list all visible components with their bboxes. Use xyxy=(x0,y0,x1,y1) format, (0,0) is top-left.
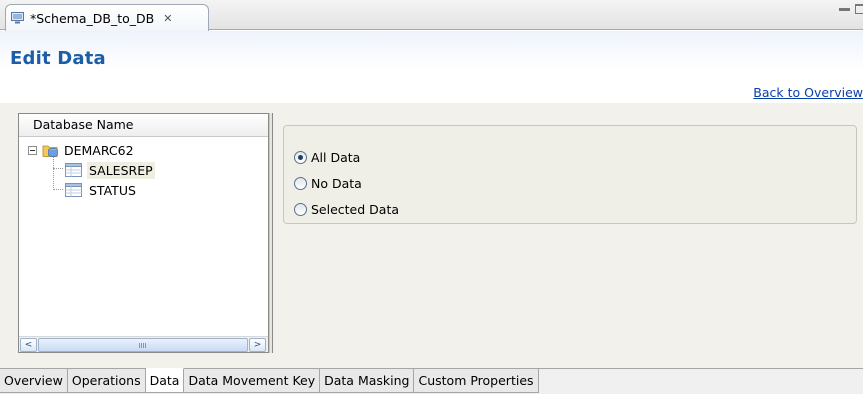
tab-data-movement-key[interactable]: Data Movement Key xyxy=(184,368,321,393)
tab-custom-properties[interactable]: Custom Properties xyxy=(414,368,539,393)
panel-splitter[interactable] xyxy=(269,113,273,353)
table-icon xyxy=(65,183,82,197)
radio-no-data[interactable]: No Data xyxy=(294,174,362,192)
form-header: Edit Data Back to Overview xyxy=(0,31,863,103)
scroll-thumb[interactable] xyxy=(38,338,248,352)
tree-connector xyxy=(53,155,54,190)
tree-item-label: STATUS xyxy=(89,182,136,198)
editor-tab[interactable]: *Schema_DB_to_DB ✕ xyxy=(5,4,209,31)
scroll-left-button[interactable]: < xyxy=(20,338,37,352)
editor-tab-bar: *Schema_DB_to_DB ✕ xyxy=(0,0,863,31)
editor-file-icon xyxy=(11,11,24,23)
close-icon[interactable]: ✕ xyxy=(163,13,172,24)
tree-item-demarc62[interactable]: DEMARC62 xyxy=(28,140,134,160)
radio-label: No Data xyxy=(311,175,362,191)
radio-button[interactable] xyxy=(294,202,307,216)
radio-label: All Data xyxy=(311,149,361,165)
radio-selected-data[interactable]: Selected Data xyxy=(294,200,399,218)
radio-button[interactable] xyxy=(294,150,307,164)
table-icon xyxy=(65,163,82,177)
editor-tab-title: *Schema_DB_to_DB xyxy=(30,10,155,26)
page-title: Edit Data xyxy=(10,48,106,69)
tree-column-header[interactable]: Database Name xyxy=(19,114,268,137)
form-body: Database Name DEMARC62 SALESREP STATUS <… xyxy=(0,103,863,368)
tab-data[interactable]: Data xyxy=(145,368,185,393)
tree-item-salesrep[interactable]: SALESREP xyxy=(65,160,155,180)
minimize-icon[interactable] xyxy=(839,8,850,11)
window-controls xyxy=(839,4,863,14)
horizontal-scrollbar[interactable]: < > xyxy=(19,336,268,352)
radio-label: Selected Data xyxy=(311,201,400,217)
form-area: Edit Data Back to Overview Database Name… xyxy=(0,31,863,368)
tab-data-masking[interactable]: Data Masking xyxy=(320,368,415,393)
database-tree[interactable]: Database Name DEMARC62 SALESREP STATUS <… xyxy=(18,113,269,353)
tree-item-status[interactable]: STATUS xyxy=(65,180,138,200)
scroll-grip-icon xyxy=(139,343,147,348)
back-to-overview-link[interactable]: Back to Overview xyxy=(753,85,863,100)
tab-overview[interactable]: Overview xyxy=(0,368,68,393)
maximize-icon[interactable] xyxy=(855,4,863,14)
database-icon xyxy=(42,145,58,157)
tree-item-label: SALESREP xyxy=(87,161,155,179)
tab-operations[interactable]: Operations xyxy=(67,368,146,393)
radio-all-data[interactable]: All Data xyxy=(294,148,360,166)
scroll-right-button[interactable]: > xyxy=(249,338,266,352)
collapse-icon[interactable] xyxy=(28,145,37,155)
tree-connector xyxy=(53,168,63,169)
page-tab-bar: Overview Operations Data Data Movement K… xyxy=(0,368,863,394)
tree-connector xyxy=(53,189,63,190)
radio-button[interactable] xyxy=(294,176,307,190)
data-options-group: All Data No Data Selected Data xyxy=(283,125,857,224)
tree-item-label: DEMARC62 xyxy=(64,142,134,158)
